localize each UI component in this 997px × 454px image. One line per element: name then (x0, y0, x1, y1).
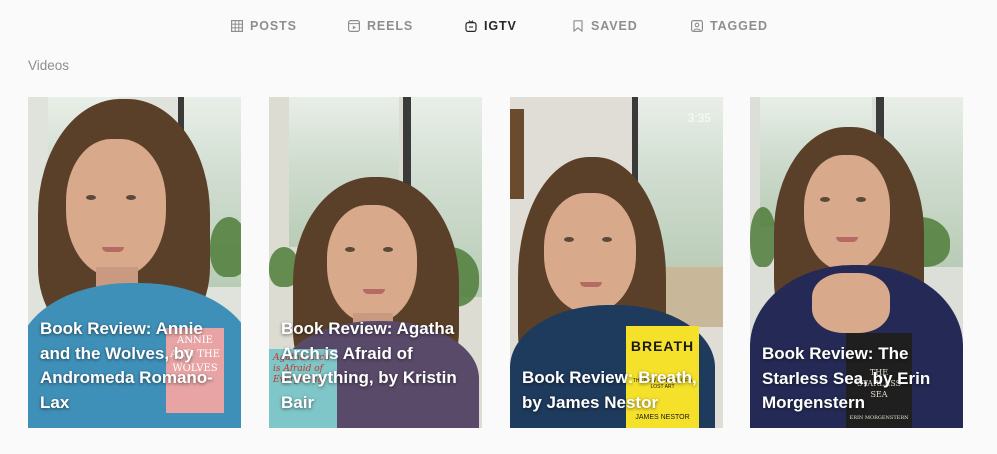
video-card[interactable]: THE STARLESS SEA ERIN MORGENSTERN Book R… (750, 97, 963, 428)
section-title: Videos (28, 58, 70, 73)
video-grid: ANNIE AND THE WOLVES Book Review: Annie … (0, 97, 997, 428)
tab-reels-label: REELS (367, 19, 414, 33)
tab-igtv[interactable]: IGTV (465, 17, 517, 35)
tab-reels[interactable]: REELS (348, 17, 413, 35)
video-title: Book Review: The Starless Sea, by Erin M… (762, 344, 931, 412)
video-duration: 3:35 (687, 111, 711, 125)
video-card[interactable]: BREATH THE NEW SCIENCE OF A LOST ART JAM… (510, 97, 723, 428)
tab-tagged[interactable]: TAGGED (691, 17, 768, 35)
bookmark-icon (572, 20, 584, 32)
book-cover-author: ERIN MORGENSTERN (849, 415, 909, 421)
video-title: Book Review: Breath, by James Nestor (522, 368, 697, 412)
video-card[interactable]: Agatha Arch is Afraid of Everything Book… (269, 97, 482, 428)
reels-icon (348, 20, 360, 32)
tab-tagged-label: TAGGED (710, 19, 768, 33)
video-title: Book Review: Annie and the Wolves, by An… (40, 319, 213, 412)
tab-saved[interactable]: SAVED (572, 17, 638, 35)
igtv-icon (465, 20, 477, 32)
grid-icon (231, 20, 243, 32)
profile-tabs: POSTS REELS IGTV SAVED TAGGED (0, 0, 997, 50)
tab-posts-label: POSTS (250, 19, 297, 33)
book-cover-author: JAMES NESTOR (635, 414, 690, 421)
video-card[interactable]: ANNIE AND THE WOLVES Book Review: Annie … (28, 97, 241, 428)
tab-igtv-label: IGTV (484, 19, 517, 33)
tab-saved-label: SAVED (591, 19, 638, 33)
book-cover-title: BREATH (630, 338, 695, 354)
video-title: Book Review: Agatha Arch is Afraid of Ev… (281, 319, 457, 412)
tagged-icon (691, 20, 703, 32)
tab-posts[interactable]: POSTS (231, 17, 297, 35)
